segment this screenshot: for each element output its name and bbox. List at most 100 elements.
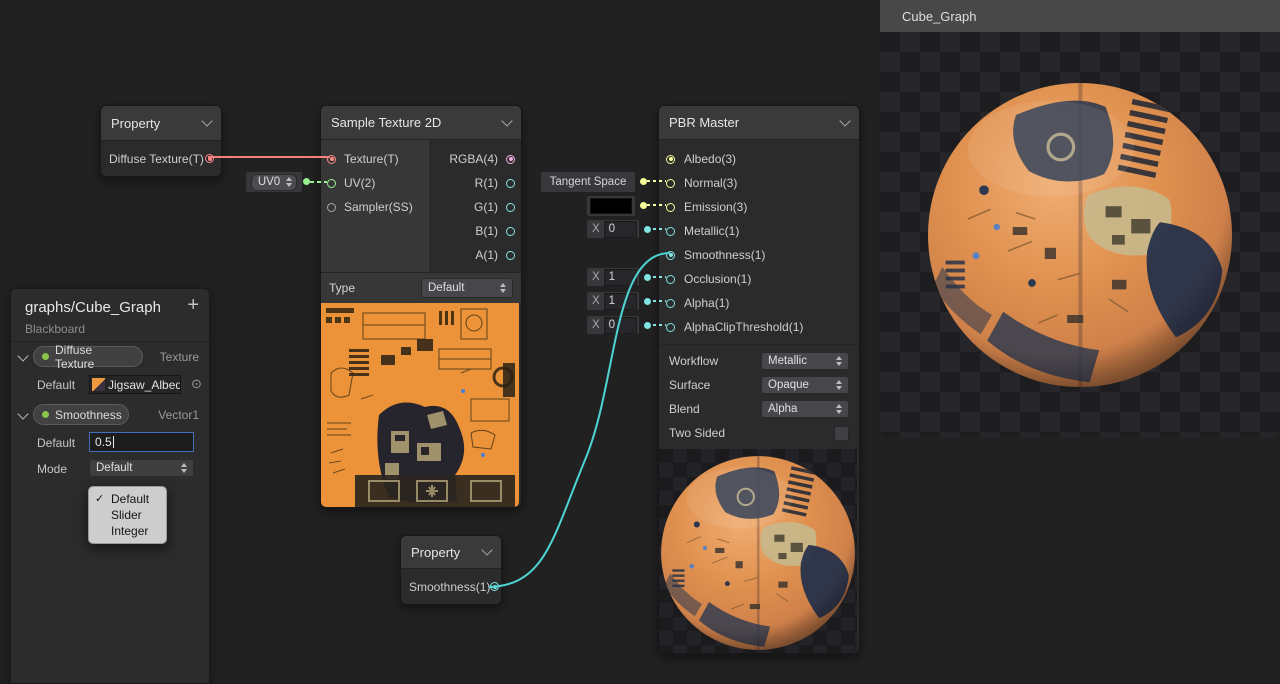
port-alphaclipthreshold[interactable] bbox=[666, 323, 675, 332]
chevron-down-icon[interactable] bbox=[481, 544, 492, 555]
alpha-value-field[interactable]: 1 bbox=[604, 293, 637, 310]
workflow-label: Workflow bbox=[669, 354, 718, 368]
port-label: Smoothness(1) bbox=[409, 580, 490, 594]
node-pbr-master-header[interactable]: PBR Master bbox=[659, 106, 859, 140]
pbr-preview-sphere bbox=[659, 451, 857, 653]
chevron-down-icon[interactable] bbox=[17, 408, 28, 419]
two-sided-label: Two Sided bbox=[669, 426, 725, 440]
surface-dropdown[interactable]: Opaque bbox=[761, 376, 849, 394]
port-diffuse-texture-out[interactable] bbox=[205, 154, 214, 163]
updown-arrows-icon bbox=[836, 356, 842, 366]
node-property-smoothness-header[interactable]: Property bbox=[401, 536, 501, 569]
smoothness-default-input[interactable]: 0.5 bbox=[89, 432, 194, 452]
node-property-smoothness[interactable]: Property Smoothness(1) bbox=[400, 535, 502, 605]
port-r-out[interactable] bbox=[506, 179, 515, 188]
input-ports-column: Texture(T) UV(2) Sampler(SS) bbox=[321, 140, 429, 272]
port-label: Sampler(SS) bbox=[344, 200, 413, 214]
port-label: G(1) bbox=[474, 200, 498, 214]
emission-color-swatch[interactable] bbox=[590, 198, 632, 214]
uv-channel-value: UV0 bbox=[258, 176, 280, 188]
node-property-diffuse-header[interactable]: Property bbox=[101, 106, 221, 141]
menu-item-default[interactable]: ✓ Default bbox=[89, 491, 166, 507]
node-sample-texture-header[interactable]: Sample Texture 2D bbox=[321, 106, 521, 140]
updown-arrows-icon bbox=[286, 177, 292, 187]
port-a-out[interactable] bbox=[506, 251, 515, 260]
occlusion-value-field[interactable]: 1 bbox=[604, 269, 637, 286]
port-label: Emission(3) bbox=[684, 200, 747, 214]
port-normal[interactable] bbox=[666, 179, 675, 188]
node-title: Property bbox=[411, 545, 460, 560]
port-b-out[interactable] bbox=[506, 227, 515, 236]
ports-section: Texture(T) UV(2) Sampler(SS) RGBA(4) R(1… bbox=[321, 140, 521, 272]
property-pill-diffuse-texture[interactable]: Diffuse Texture bbox=[33, 346, 143, 367]
port-label: AlphaClipThreshold(1) bbox=[684, 320, 803, 334]
blackboard-title: graphs/Cube_Graph bbox=[25, 299, 161, 316]
texture-preview-art bbox=[321, 303, 519, 507]
object-picker-icon[interactable]: ⊙ bbox=[191, 376, 202, 392]
add-property-button[interactable]: + bbox=[187, 295, 199, 315]
workflow-dropdown[interactable]: Metallic bbox=[761, 352, 849, 370]
port-g-out[interactable] bbox=[506, 203, 515, 212]
property-type: Texture bbox=[160, 350, 199, 364]
property-pill-smoothness[interactable]: Smoothness bbox=[33, 404, 129, 425]
uv0-widget-port[interactable] bbox=[303, 178, 310, 185]
text-caret bbox=[113, 436, 114, 448]
normal-space-dropdown[interactable]: Tangent Space bbox=[540, 171, 636, 193]
occlusion-widget-port[interactable] bbox=[644, 274, 651, 281]
alpha-value-widget: X 1 bbox=[586, 291, 640, 311]
port-row: Diffuse Texture(T) bbox=[101, 141, 221, 176]
surface-value: Opaque bbox=[768, 379, 830, 391]
alphaclip-widget-port[interactable] bbox=[644, 322, 651, 329]
port-label: Alpha(1) bbox=[684, 296, 729, 310]
port-alpha[interactable] bbox=[666, 299, 675, 308]
port-emission[interactable] bbox=[666, 203, 675, 212]
chevron-down-icon[interactable] bbox=[501, 115, 512, 126]
metallic-widget-port[interactable] bbox=[644, 226, 651, 233]
port-label: RGBA(4) bbox=[449, 152, 498, 166]
chevron-down-icon[interactable] bbox=[839, 115, 850, 126]
port-smoothness-out[interactable] bbox=[490, 582, 499, 591]
texture-object-name: Jigsaw_Albed bbox=[108, 378, 181, 392]
chevron-down-icon[interactable] bbox=[201, 115, 212, 126]
port-label: A(1) bbox=[475, 248, 498, 262]
main-preview-viewport[interactable] bbox=[880, 32, 1280, 437]
port-metallic[interactable] bbox=[666, 227, 675, 236]
emission-color-widget bbox=[586, 195, 636, 217]
port-occlusion[interactable] bbox=[666, 275, 675, 284]
alpha-widget-port[interactable] bbox=[644, 298, 651, 305]
port-sampler-in[interactable] bbox=[327, 203, 336, 212]
node-pbr-master[interactable]: PBR Master Albedo(3) Normal(3) Emission(… bbox=[658, 105, 860, 654]
node-title: Property bbox=[111, 116, 160, 131]
node-sample-texture-2d[interactable]: Sample Texture 2D Texture(T) UV(2) Sampl… bbox=[320, 105, 522, 508]
alphaclip-value-field[interactable]: 0 bbox=[604, 317, 637, 334]
port-label: Smoothness(1) bbox=[684, 248, 765, 262]
updown-arrows-icon bbox=[181, 463, 187, 473]
default-label: Default bbox=[37, 436, 75, 450]
port-label: B(1) bbox=[475, 224, 498, 238]
metallic-value-field[interactable]: 0 bbox=[604, 221, 637, 238]
blend-dropdown[interactable]: Alpha bbox=[761, 400, 849, 418]
main-preview-titlebar[interactable]: Cube_Graph bbox=[880, 0, 1280, 32]
type-dropdown[interactable]: Default bbox=[421, 278, 513, 298]
menu-item-slider[interactable]: Slider bbox=[89, 507, 166, 523]
updown-arrows-icon bbox=[500, 283, 506, 293]
blend-label: Blend bbox=[669, 402, 700, 416]
texture-object-field[interactable]: Jigsaw_Albed bbox=[89, 375, 181, 394]
port-rgba-out[interactable] bbox=[506, 155, 515, 164]
type-row: Type Default bbox=[321, 272, 521, 303]
workflow-value: Metallic bbox=[768, 355, 830, 367]
menu-item-integer[interactable]: Integer bbox=[89, 523, 166, 539]
node-property-diffuse[interactable]: Property Diffuse Texture(T) bbox=[100, 105, 222, 177]
chevron-down-icon[interactable] bbox=[17, 350, 28, 361]
two-sided-checkbox[interactable] bbox=[834, 426, 849, 441]
blackboard-subtitle: Blackboard bbox=[25, 322, 85, 336]
emission-widget-port[interactable] bbox=[640, 202, 647, 209]
port-smoothness[interactable] bbox=[666, 251, 675, 260]
uv-channel-dropdown[interactable]: UV0 bbox=[251, 174, 297, 191]
normal-widget-port[interactable] bbox=[640, 178, 647, 185]
port-uv-in[interactable] bbox=[327, 179, 336, 188]
port-albedo[interactable] bbox=[666, 155, 675, 164]
mode-dropdown[interactable]: Default bbox=[89, 459, 194, 477]
port-texture-in[interactable] bbox=[327, 155, 336, 164]
x-label: X bbox=[592, 319, 600, 331]
